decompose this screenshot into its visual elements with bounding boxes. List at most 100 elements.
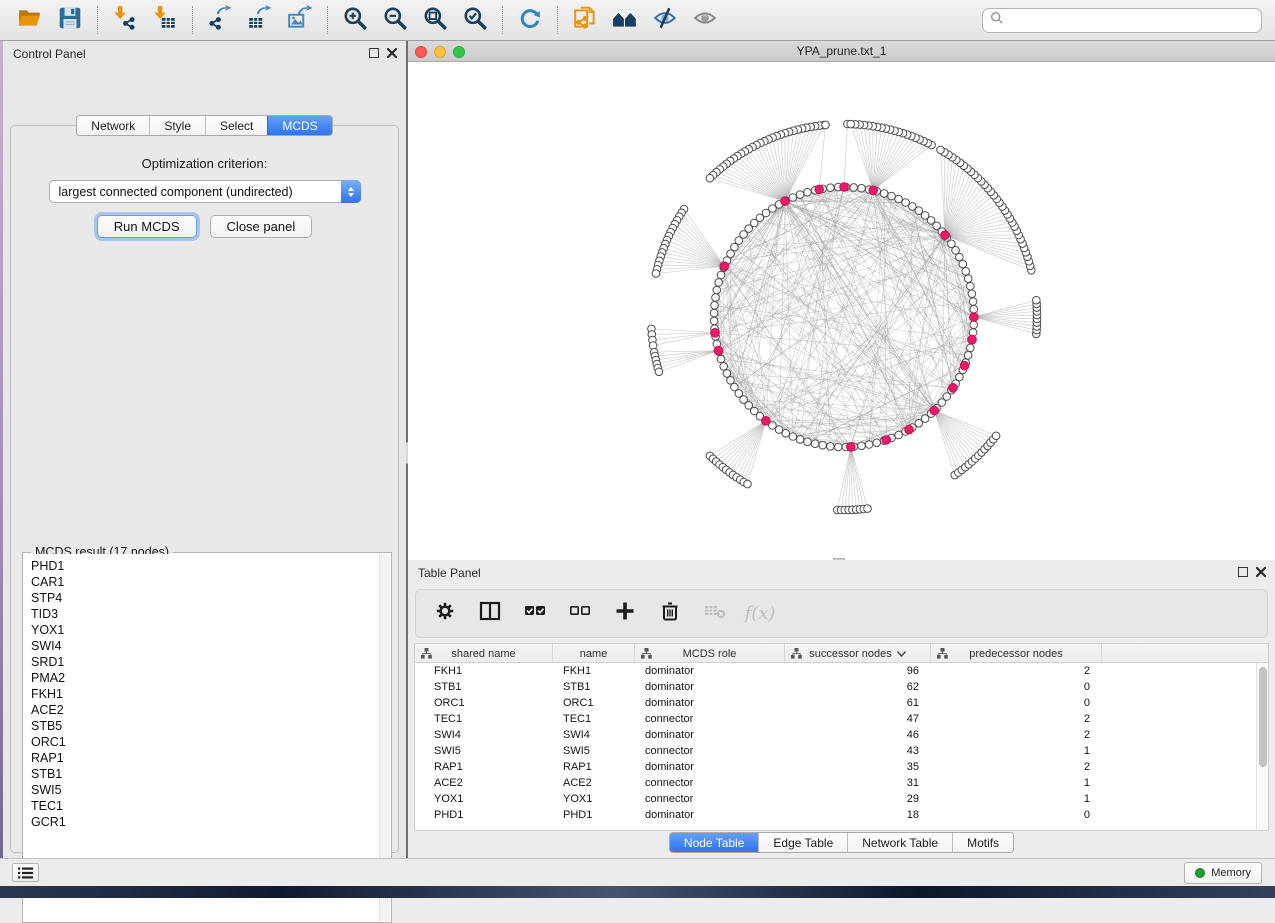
mcds-result-item[interactable]: SWI4 [31,638,379,654]
deselect-all-button[interactable] [565,599,595,629]
table-cell: SWI5 [415,743,553,759]
tab-network-table[interactable]: Network Table [847,833,952,852]
settings-gear-button[interactable] [430,599,460,629]
search-icon [990,11,1004,30]
table-row[interactable]: SWI4SWI4dominator462 [415,727,1268,743]
task-history-button[interactable] [12,863,39,882]
close-window-icon[interactable] [415,46,427,58]
table-cell: RAP1 [553,759,635,775]
table-row[interactable]: YOX1YOX1connector291 [415,791,1268,807]
mcds-result-item[interactable]: YOX1 [31,622,379,638]
tab-select[interactable]: Select [205,116,267,135]
optimization-criterion-dropdown[interactable]: largest connected component (undirected) [49,180,361,203]
search-input[interactable] [1004,11,1261,31]
export-table-button[interactable] [240,3,280,37]
houses-button[interactable] [605,3,645,37]
table-row[interactable]: RAP1RAP1dominator352 [415,759,1268,775]
table-cell: dominator [635,727,785,743]
mcds-result-item[interactable]: TID3 [31,606,379,622]
clone-network-button[interactable] [565,3,605,37]
import-table-button[interactable] [145,3,185,37]
tab-node-table[interactable]: Node Table [670,833,759,852]
tab-network[interactable]: Network [77,116,149,135]
table-cell: 18 [785,807,931,823]
table-cell: 29 [785,791,931,807]
zoom-selected-button[interactable] [455,3,495,37]
close-panel-button[interactable]: Close panel [210,215,313,238]
export-image-button[interactable] [280,3,320,37]
mcds-result-item[interactable]: PMA2 [31,670,379,686]
tab-style[interactable]: Style [149,116,205,135]
table-cell: dominator [635,759,785,775]
float-panel-icon[interactable] [369,48,379,58]
column-header-predecessor-nodes[interactable]: predecessor nodes [931,644,1102,663]
close-panel-icon[interactable] [1256,567,1266,577]
mcds-result-item[interactable]: CAR1 [31,574,379,590]
search-field[interactable] [982,8,1262,33]
table-scrollbar-thumb[interactable] [1259,667,1267,767]
open-file-button[interactable] [10,3,50,37]
delete-row-button[interactable] [655,599,685,629]
clone-network-icon [572,5,598,36]
mcds-result-item[interactable]: FKH1 [31,686,379,702]
columns-button[interactable] [475,599,505,629]
float-panel-icon[interactable] [1238,567,1248,577]
table-row[interactable]: ACE2ACE2connector311 [415,775,1268,791]
column-header-name[interactable]: name [553,644,635,663]
eye-slash-button[interactable] [645,3,685,37]
mcds-result-item[interactable]: STP4 [31,590,379,606]
network-view-titlebar[interactable]: YPA_prune.txt_1 [408,41,1275,62]
maximize-window-icon[interactable] [453,46,465,58]
column-header-MCDS-role[interactable]: MCDS role [635,644,785,663]
mcds-result-item[interactable]: STB5 [31,718,379,734]
zoom-fit-button[interactable] [415,3,455,37]
table-row[interactable]: PHD1PHD1dominator180 [415,807,1268,823]
run-mcds-button[interactable]: Run MCDS [97,215,197,238]
mcds-result-item[interactable]: SRD1 [31,654,379,670]
minimize-window-icon[interactable] [434,46,446,58]
table-row[interactable]: STB1STB1dominator620 [415,679,1268,695]
table-row[interactable]: ORC1ORC1dominator610 [415,695,1268,711]
control-panel: Control Panel NetworkStyleSelectMCDS Opt… [3,41,406,858]
column-type-icon [421,648,432,659]
mcds-result-item[interactable]: STB1 [31,766,379,782]
mcds-result-item[interactable]: ACE2 [31,702,379,718]
memory-button[interactable]: Memory [1184,862,1262,884]
close-panel-icon[interactable] [387,48,397,58]
column-header-shared-name[interactable]: shared name [415,644,553,663]
save-session-button[interactable] [50,3,90,37]
mcds-result-item[interactable]: ORC1 [31,734,379,750]
control-panel-title: Control Panel [13,47,86,61]
table-row[interactable]: SWI5SWI5connector431 [415,743,1268,759]
tab-edge-table[interactable]: Edge Table [758,833,847,852]
mcds-result-item[interactable]: PHD1 [31,558,379,574]
table-header-row: shared namenameMCDS rolesuccessor nodesp… [415,644,1268,663]
export-network-button[interactable] [200,3,240,37]
houses-icon [612,5,638,36]
mcds-result-item[interactable]: RAP1 [31,750,379,766]
import-network-button[interactable] [105,3,145,37]
table-cell: dominator [635,663,785,679]
add-row-button[interactable] [610,599,640,629]
eye-button[interactable] [685,3,725,37]
zoom-in-icon [342,5,368,36]
mcds-result-item[interactable]: GCR1 [31,814,379,830]
select-all-button[interactable] [520,599,550,629]
network-canvas[interactable] [408,62,1275,559]
table-cell: 0 [931,695,1102,711]
table-row[interactable]: FKH1FKH1dominator962 [415,663,1268,679]
mcds-result-item[interactable]: TEC1 [31,798,379,814]
tab-motifs[interactable]: Motifs [952,833,1013,852]
dropdown-stepper-icon [341,180,361,203]
zoom-out-button[interactable] [375,3,415,37]
table-cell: 96 [785,663,931,679]
mcds-result-item[interactable]: SWI5 [31,782,379,798]
refresh-layout-button[interactable] [510,3,550,37]
table-cell: ORC1 [415,695,553,711]
table-scrollbar[interactable] [1256,663,1268,830]
zoom-in-button[interactable] [335,3,375,37]
tab-mcds[interactable]: MCDS [267,116,331,135]
table-row[interactable]: TEC1TEC1connector472 [415,711,1268,727]
column-header-successor-nodes[interactable]: successor nodes [785,644,931,663]
table-cell: 43 [785,743,931,759]
